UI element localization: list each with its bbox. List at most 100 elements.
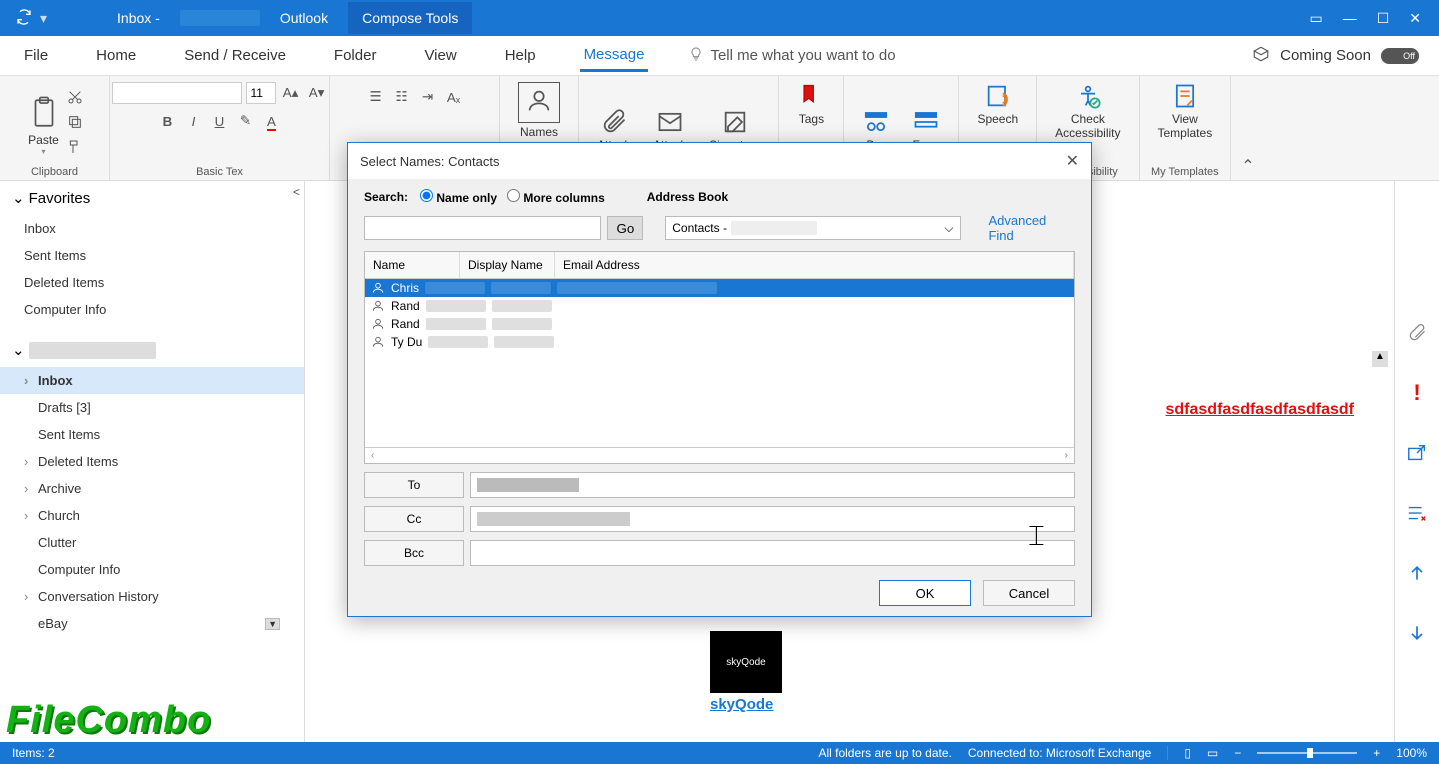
ok-button[interactable]: OK bbox=[879, 580, 971, 606]
folder-inbox[interactable]: Inbox bbox=[0, 215, 304, 242]
paste-dropdown-icon[interactable]: ▾ bbox=[41, 147, 45, 156]
priority-high-icon[interactable]: ! bbox=[1405, 381, 1429, 405]
folder-deleted-account[interactable]: ›Deleted Items bbox=[0, 448, 304, 475]
folder-computer-info-account[interactable]: Computer Info bbox=[0, 556, 304, 583]
col-name[interactable]: Name bbox=[365, 252, 460, 278]
go-button[interactable]: Go bbox=[607, 216, 643, 240]
underline-button[interactable]: U bbox=[209, 110, 231, 132]
menu-file[interactable]: File bbox=[20, 41, 52, 70]
zoom-out-icon[interactable]: − bbox=[1234, 746, 1241, 760]
folder-deleted[interactable]: Deleted Items bbox=[0, 269, 304, 296]
account-header[interactable]: ⌄ x bbox=[0, 333, 304, 367]
radio-more-columns[interactable]: More columns bbox=[507, 189, 605, 205]
clear-format-icon[interactable]: Aₓ bbox=[443, 86, 465, 108]
contact-row[interactable]: Rand bbox=[365, 297, 1074, 315]
contact-row[interactable]: Ty Du bbox=[365, 333, 1074, 351]
bold-button[interactable]: B bbox=[157, 110, 179, 132]
paste-button[interactable]: Paste ▾ bbox=[27, 93, 61, 156]
discard-icon[interactable] bbox=[1405, 501, 1429, 525]
collapse-ribbon-icon[interactable]: ⌃ bbox=[1231, 152, 1264, 180]
scroll-left-icon[interactable]: ‹ bbox=[371, 450, 374, 461]
maximize-icon[interactable]: ☐ bbox=[1377, 10, 1390, 27]
names-button[interactable]: Names bbox=[510, 82, 568, 139]
move-down-icon[interactable] bbox=[1405, 621, 1429, 645]
italic-button[interactable]: I bbox=[183, 110, 205, 132]
contact-row[interactable]: Rand bbox=[365, 315, 1074, 333]
move-up-icon[interactable] bbox=[1405, 561, 1429, 585]
col-email[interactable]: Email Address bbox=[555, 252, 1074, 278]
attachment-icon[interactable] bbox=[1405, 321, 1429, 345]
zoom-slider[interactable] bbox=[1257, 752, 1357, 754]
format-painter-icon[interactable] bbox=[67, 139, 83, 160]
folder-computer-info[interactable]: Computer Info bbox=[0, 296, 304, 323]
advanced-find-link[interactable]: Advanced Find bbox=[988, 213, 1075, 243]
font-family-input[interactable] bbox=[112, 82, 242, 104]
minimize-icon[interactable]: — bbox=[1343, 10, 1357, 27]
folder-sent[interactable]: Sent Items bbox=[0, 242, 304, 269]
folder-ebay[interactable]: eBay ▼ bbox=[0, 610, 304, 637]
zoom-in-icon[interactable]: + bbox=[1373, 746, 1380, 760]
tags-label: Tags bbox=[799, 112, 824, 126]
pane-collapse-icon[interactable]: < bbox=[293, 185, 300, 199]
sync-icon[interactable] bbox=[16, 9, 32, 28]
search-input[interactable] bbox=[364, 216, 601, 240]
check-accessibility-button[interactable]: Check Accessibility bbox=[1047, 82, 1128, 140]
view-normal-icon[interactable]: ▯ bbox=[1184, 746, 1191, 760]
folder-scroll-down-icon[interactable]: ▼ bbox=[265, 618, 280, 630]
cc-input[interactable] bbox=[470, 506, 1075, 532]
scroll-up-icon[interactable]: ▲ bbox=[1372, 351, 1388, 367]
to-button[interactable]: To bbox=[364, 472, 464, 498]
bcc-button[interactable]: Bcc bbox=[364, 540, 464, 566]
sender-link[interactable]: skyQode bbox=[710, 696, 773, 713]
font-size-input[interactable] bbox=[246, 82, 276, 104]
folder-inbox-account[interactable]: ›Inbox bbox=[0, 367, 304, 394]
menu-folder[interactable]: Folder bbox=[330, 41, 381, 70]
grow-font-icon[interactable]: A▴ bbox=[280, 82, 302, 104]
folder-church[interactable]: ›Church bbox=[0, 502, 304, 529]
dialog-close-icon[interactable]: ✕ bbox=[1066, 151, 1079, 171]
close-icon[interactable]: ✕ bbox=[1409, 10, 1421, 27]
cc-button[interactable]: Cc bbox=[364, 506, 464, 532]
account-name-blur: x bbox=[29, 342, 157, 359]
menu-view[interactable]: View bbox=[420, 41, 460, 70]
speech-button[interactable]: Speech bbox=[969, 82, 1026, 126]
bcc-input[interactable] bbox=[470, 540, 1075, 566]
favorites-header[interactable]: ⌄ Favorites bbox=[0, 181, 304, 215]
copy-icon[interactable] bbox=[67, 114, 83, 135]
folder-clutter[interactable]: Clutter bbox=[0, 529, 304, 556]
to-input[interactable] bbox=[470, 472, 1075, 498]
view-reading-icon[interactable]: ▭ bbox=[1207, 746, 1218, 760]
menu-home[interactable]: Home bbox=[92, 41, 140, 70]
radio-name-only[interactable]: Name only bbox=[420, 189, 497, 205]
box-icon bbox=[1252, 45, 1270, 67]
menu-help[interactable]: Help bbox=[501, 41, 540, 70]
bullets-icon[interactable]: ☰ bbox=[365, 86, 387, 108]
speech-label: Speech bbox=[977, 112, 1018, 126]
shrink-font-icon[interactable]: A▾ bbox=[306, 82, 328, 104]
menu-send-receive[interactable]: Send / Receive bbox=[180, 41, 290, 70]
coming-soon-toggle[interactable]: Off bbox=[1381, 48, 1419, 64]
view-templates-button[interactable]: View Templates bbox=[1150, 82, 1221, 140]
indent-icon[interactable]: ⇥ bbox=[417, 86, 439, 108]
ribbon-display-icon[interactable]: ▭ bbox=[1309, 10, 1322, 27]
col-display[interactable]: Display Name bbox=[460, 252, 555, 278]
folder-sent-account[interactable]: Sent Items bbox=[0, 421, 304, 448]
tags-button[interactable]: Tags bbox=[789, 82, 833, 126]
numbering-icon[interactable]: ☷ bbox=[391, 86, 413, 108]
qat-dropdown[interactable]: ▾ bbox=[40, 10, 47, 27]
cancel-button[interactable]: Cancel bbox=[983, 580, 1075, 606]
highlight-icon[interactable]: ✎ bbox=[235, 110, 257, 132]
menu-message[interactable]: Message bbox=[580, 40, 649, 72]
popout-icon[interactable] bbox=[1405, 441, 1429, 465]
folder-archive[interactable]: ›Archive bbox=[0, 475, 304, 502]
clipboard-group-label: Clipboard bbox=[31, 166, 78, 178]
contact-row[interactable]: Chris bbox=[365, 279, 1074, 297]
folder-conversation-history[interactable]: ›Conversation History bbox=[0, 583, 304, 610]
scroll-right-icon[interactable]: › bbox=[1065, 450, 1068, 461]
address-book-select[interactable]: Contacts - x bbox=[665, 216, 960, 240]
tell-me-search[interactable]: Tell me what you want to do bbox=[688, 46, 895, 66]
folder-drafts[interactable]: Drafts [3] bbox=[0, 394, 304, 421]
address-book-label: Address Book bbox=[647, 190, 728, 204]
cut-icon[interactable] bbox=[67, 89, 83, 110]
font-color-icon[interactable]: A bbox=[261, 110, 283, 132]
